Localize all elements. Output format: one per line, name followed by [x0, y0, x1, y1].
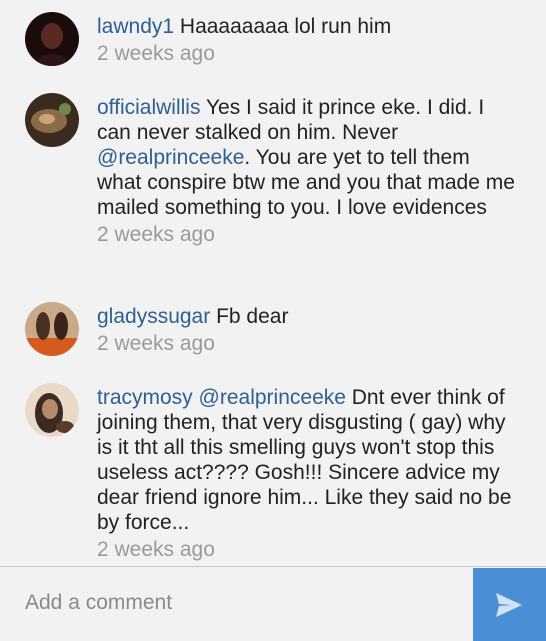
- comment-username[interactable]: gladyssugar: [97, 305, 210, 328]
- avatar[interactable]: [25, 302, 79, 356]
- comment-username[interactable]: officialwillis: [97, 96, 200, 119]
- avatar[interactable]: [25, 93, 79, 147]
- mention-link[interactable]: @realprinceeke: [199, 386, 346, 409]
- comment-list: lawndy1 Haaaaaaaa lol run him 2 weeks ag…: [0, 0, 546, 566]
- comment-text: tracymosy @realprinceeke Dnt ever think …: [97, 386, 512, 534]
- send-button[interactable]: [473, 568, 546, 641]
- avatar[interactable]: [25, 383, 79, 437]
- comment-timestamp: 2 weeks ago: [97, 42, 215, 65]
- send-icon: [496, 593, 522, 617]
- avatar[interactable]: [25, 12, 79, 66]
- comment-text: officialwillis Yes I said it prince eke.…: [97, 96, 515, 219]
- comment-composer: Add a comment: [0, 566, 546, 641]
- comment-timestamp: 2 weeks ago: [97, 223, 215, 246]
- add-comment-input[interactable]: Add a comment: [25, 591, 172, 615]
- comment-username[interactable]: lawndy1: [97, 15, 174, 38]
- comment-text: gladyssugar Fb dear: [97, 305, 289, 328]
- comment-username[interactable]: tracymosy: [97, 386, 193, 409]
- mention-link[interactable]: @realprinceeke: [97, 146, 244, 169]
- comment-timestamp: 2 weeks ago: [97, 332, 215, 355]
- comment-timestamp: 2 weeks ago: [97, 538, 215, 561]
- comment-text: lawndy1 Haaaaaaaa lol run him: [97, 15, 392, 38]
